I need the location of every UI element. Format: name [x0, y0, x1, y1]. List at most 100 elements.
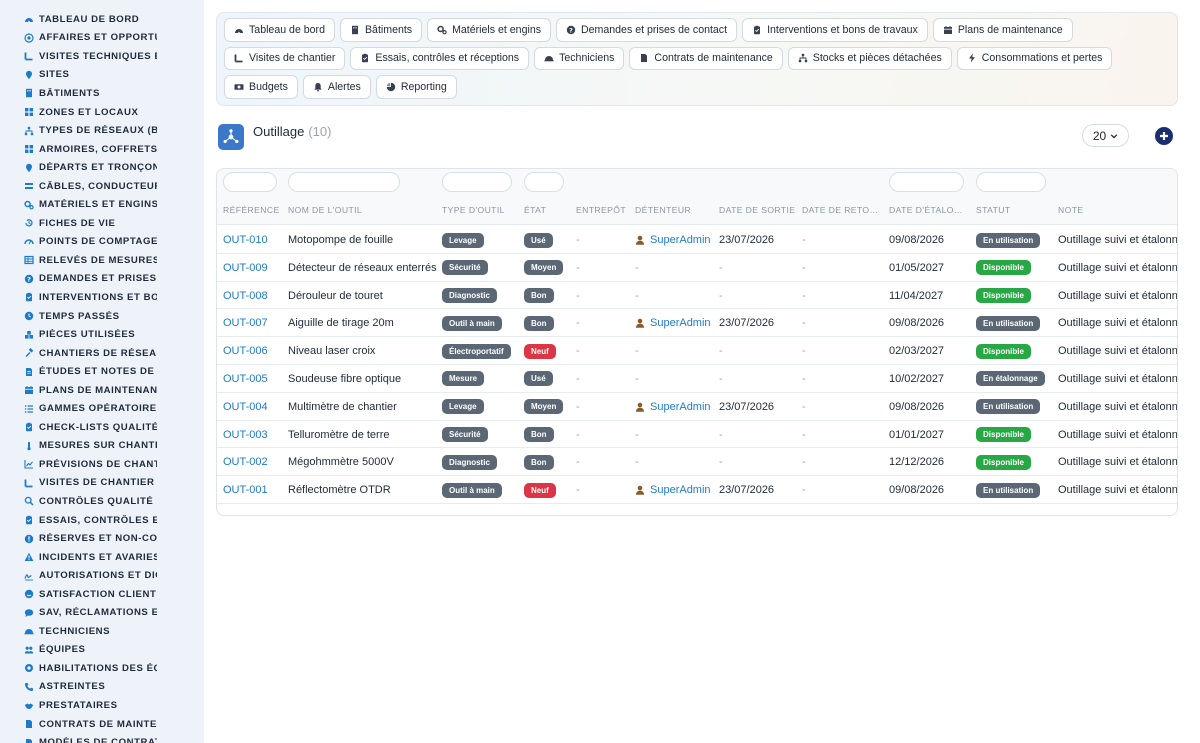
sidebar-item[interactable]: CONTRÔLES QUALITÉ — [0, 492, 204, 511]
sidebar-item[interactable]: FICHES DE VIE — [0, 214, 204, 233]
table-row[interactable]: OUT-008 Dérouleur de touret Diagnostic Bon -… — [217, 282, 1177, 310]
sidebar-item[interactable]: ÉQUIPES — [0, 641, 204, 660]
reference-link[interactable]: OUT-001 — [223, 484, 268, 496]
sidebar-item[interactable]: INCIDENTS ET AVARIES — [0, 548, 204, 567]
sidebar-item[interactable]: MATÉRIELS ET ENGINS — [0, 195, 204, 214]
nav-button[interactable]: Essais, contrôles et réceptions — [350, 46, 530, 70]
sidebar-item[interactable]: VISITES TECHNIQUES ET RELEVÉS — [0, 47, 204, 66]
table-row[interactable]: OUT-001 Réflectomètre OTDR Outil à main Neu… — [217, 476, 1177, 504]
nav-button[interactable]: Matériels et engins — [427, 18, 552, 42]
column-header[interactable]: DATE D'ÉTALO… — [889, 205, 969, 215]
column-header[interactable]: ENTREPÔT — [576, 205, 626, 215]
reference-link[interactable]: OUT-007 — [223, 317, 268, 329]
table-row[interactable]: OUT-010 Motopompe de fouille Levage Usé - Sup… — [217, 226, 1177, 254]
nav-button[interactable]: Consommations et pertes — [956, 46, 1113, 70]
column-filter-input[interactable] — [442, 172, 512, 192]
table-row[interactable]: OUT-002 Mégohmmètre 5000V Diagnostic Bon - - -… — [217, 448, 1177, 477]
sidebar-item[interactable]: TECHNICIENS — [0, 622, 204, 641]
table-row[interactable]: OUT-007 Aiguille de tirage 20m Outil à mai… — [217, 309, 1177, 338]
column-header[interactable]: NOM DE L'OUTIL — [288, 205, 362, 215]
nav-button[interactable]: Budgets — [224, 75, 298, 99]
holder-cell[interactable]: SuperAdmin — [635, 234, 711, 248]
sidebar-item[interactable]: VISITES DE CHANTIER — [0, 474, 204, 493]
per-page-select[interactable]: 20 — [1082, 124, 1129, 147]
reference-link[interactable]: OUT-010 — [223, 234, 268, 246]
sidebar-item[interactable]: AFFAIRES ET OPPORTUNITÉS — [0, 29, 204, 48]
holder-cell[interactable]: SuperAdmin — [635, 484, 711, 498]
nav-button[interactable]: Stocks et pièces détachées — [787, 46, 952, 70]
sidebar-item[interactable]: SAV, RÉCLAMATIONS ET GARANTIES — [0, 604, 204, 623]
sidebar-item[interactable]: GAMMES OPÉRATOIRES — [0, 399, 204, 418]
holder-cell[interactable]: SuperAdmin — [635, 317, 711, 331]
nav-button[interactable]: Bâtiments — [339, 18, 423, 42]
table-row[interactable]: OUT-003 Telluromètre de terre Sécurité Bon -… — [217, 421, 1177, 449]
sidebar-item[interactable]: MESURES SUR CHANTIER — [0, 437, 204, 456]
table-row[interactable]: OUT-005 Soudeuse fibre optique Mesure Usé - -… — [217, 365, 1177, 393]
sidebar-item[interactable]: RÉSERVES ET NON-CONFORMITÉS — [0, 529, 204, 548]
column-header[interactable]: STATUT — [976, 205, 1011, 215]
column-header[interactable]: NOTE — [1058, 205, 1083, 215]
column-filter-input[interactable] — [889, 172, 964, 192]
nav-button[interactable]: ? Demandes et prises de contact — [556, 18, 738, 42]
column-header[interactable]: DATE DE RETO… — [802, 205, 882, 215]
column-filter-input[interactable] — [976, 172, 1046, 192]
sidebar-item[interactable]: PRESTATAIRES — [0, 696, 204, 715]
column-filter-input[interactable] — [524, 172, 564, 192]
column-filter-input[interactable] — [288, 172, 400, 192]
sidebar-item[interactable]: CÂBLES, CONDUCTEURS — [0, 177, 204, 196]
reference-link[interactable]: OUT-004 — [223, 401, 268, 413]
reference-link[interactable]: OUT-009 — [223, 262, 268, 274]
sidebar-item[interactable]: BÂTIMENTS — [0, 84, 204, 103]
reference-link[interactable]: OUT-008 — [223, 290, 268, 302]
sidebar-item[interactable]: PRÉVISIONS DE CHANTIER — [0, 455, 204, 474]
holder-cell[interactable]: SuperAdmin — [635, 401, 711, 415]
sidebar-item[interactable]: CHECK-LISTS QUALITÉ — [0, 418, 204, 437]
sidebar-item[interactable]: CONTRATS DE MAINTENANCE — [0, 715, 204, 734]
nav-button[interactable]: Tableau de bord — [224, 18, 335, 42]
sidebar-item[interactable]: DÉPARTS ET TRONÇONS — [0, 158, 204, 177]
sidebar-item[interactable]: ESSAIS, CONTRÔLES ET RÉCEPTIONS — [0, 511, 204, 530]
sidebar-item[interactable]: SITES — [0, 66, 204, 85]
nav-button[interactable]: Interventions et bons de travaux — [742, 18, 928, 42]
sidebar-item[interactable]: ARMOIRES, COFFRETS ET TGBT — [0, 140, 204, 159]
sidebar-item[interactable]: ? DEMANDES ET PRISES DE CONTACT — [0, 270, 204, 289]
column-header[interactable]: RÉFÉRENCE — [223, 205, 280, 215]
reference-link[interactable]: OUT-002 — [223, 456, 268, 468]
nav-button[interactable]: Contrats de maintenance — [629, 46, 783, 70]
column-header[interactable]: DATE DE SORTIE — [719, 205, 795, 215]
sidebar-item[interactable]: SATISFACTION CLIENT — [0, 585, 204, 604]
target-icon — [23, 32, 34, 43]
reference-link[interactable]: OUT-006 — [223, 345, 268, 357]
sidebar-item[interactable]: MODÈLES DE CONTRATS — [0, 733, 204, 743]
table-row[interactable]: OUT-004 Multimètre de chantier Levage Moyen… — [217, 393, 1177, 421]
reference-link[interactable]: OUT-005 — [223, 373, 268, 385]
nav-button-label: Interventions et bons de travaux — [767, 23, 918, 36]
sidebar-item[interactable]: PLANS DE MAINTENANCE — [0, 381, 204, 400]
sidebar-item[interactable]: POINTS DE COMPTAGE ET MESURE — [0, 233, 204, 252]
nav-button[interactable]: Techniciens — [534, 46, 625, 70]
sidebar-item[interactable]: INTERVENTIONS ET BONS DE TRAVAUX — [0, 288, 204, 307]
column-filter-input[interactable] — [223, 172, 277, 192]
table-row[interactable]: OUT-009 Détecteur de réseaux enterrés Sécu… — [217, 254, 1177, 282]
sidebar-item[interactable]: PIÈCES UTILISÉES — [0, 325, 204, 344]
sidebar-item[interactable]: RELEVÉS DE MESURES — [0, 251, 204, 270]
column-header[interactable]: DÉTENTEUR — [635, 205, 691, 215]
table-row[interactable]: OUT-006 Niveau laser croix Électroportatif… — [217, 337, 1177, 365]
sidebar-item[interactable]: CHANTIERS DE RÉSEAUX — [0, 344, 204, 363]
sidebar-item[interactable]: ZONES ET LOCAUX — [0, 103, 204, 122]
sidebar-item[interactable]: TEMPS PASSÉS — [0, 307, 204, 326]
column-header[interactable]: ÉTAT — [524, 205, 546, 215]
nav-button[interactable]: Plans de maintenance — [932, 18, 1073, 42]
sidebar-item[interactable]: ÉTUDES ET NOTES DE CALCUL — [0, 362, 204, 381]
sidebar-item[interactable]: HABILITATIONS DES ÉQUIPES — [0, 659, 204, 678]
add-record-button[interactable] — [1155, 127, 1173, 145]
nav-button[interactable]: Visites de chantier — [224, 46, 346, 70]
column-header[interactable]: TYPE D'OUTIL — [442, 205, 505, 215]
reference-link[interactable]: OUT-003 — [223, 429, 268, 441]
sidebar-item[interactable]: TABLEAU DE BORD — [0, 10, 204, 29]
nav-button[interactable]: Alertes — [302, 75, 371, 99]
sidebar-item[interactable]: TYPES DE RÉSEAUX (BT / HTA) — [0, 121, 204, 140]
sidebar-item[interactable]: AUTORISATIONS ET DICT — [0, 566, 204, 585]
nav-button[interactable]: Reporting — [375, 75, 457, 99]
sidebar-item[interactable]: ASTREINTES — [0, 678, 204, 697]
